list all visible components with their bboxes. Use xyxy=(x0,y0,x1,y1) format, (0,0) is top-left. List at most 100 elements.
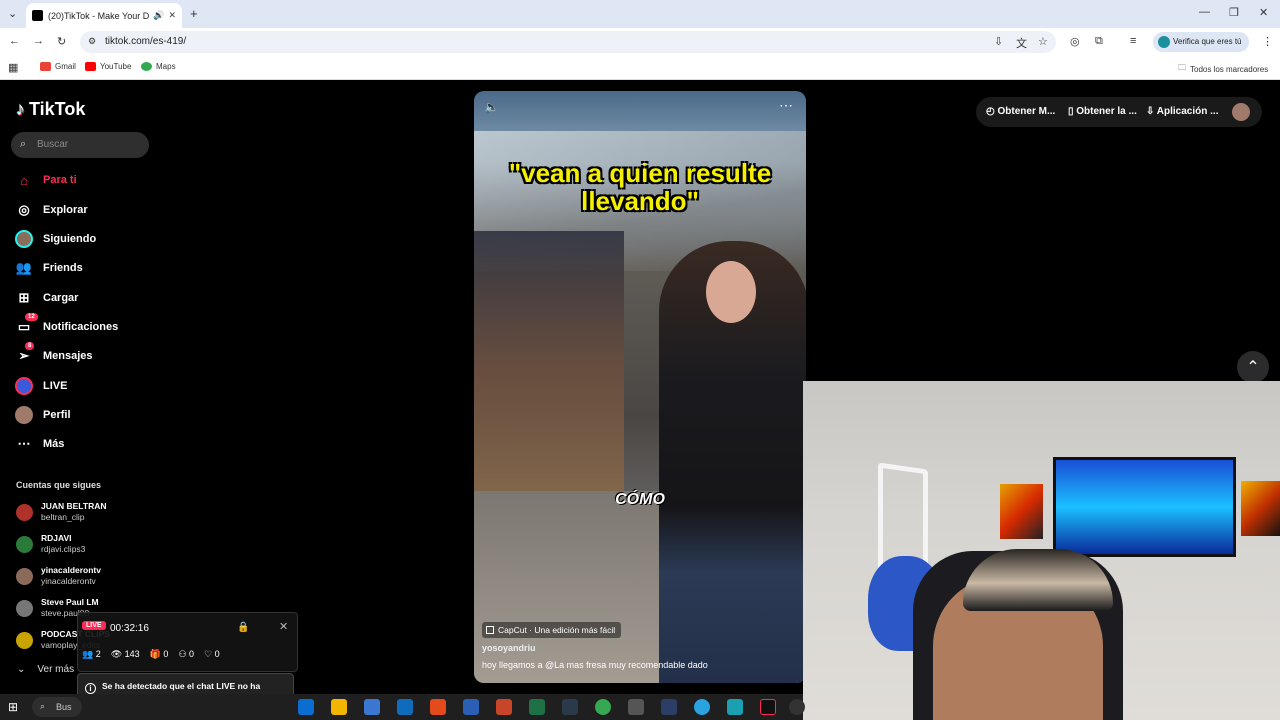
user-avatar[interactable] xyxy=(1232,103,1250,121)
nav-item-live[interactable]: LIVE xyxy=(15,376,67,396)
nav-item-para-ti[interactable]: ⌂ Para ti xyxy=(15,170,77,190)
webcam-scene-cap xyxy=(963,549,1113,611)
browser-tab[interactable]: (20)TikTok - Make Your Day 🔊 ✕ xyxy=(26,3,182,28)
account-name: RDJAVI xyxy=(41,533,72,543)
video-player[interactable]: "vean a quien resulte llevando" CÓMO 🔈 ⋯… xyxy=(474,91,806,683)
file-explorer-icon[interactable] xyxy=(331,699,347,715)
close-window-icon[interactable]: ✕ xyxy=(1259,6,1268,19)
chrome-icon[interactable] xyxy=(595,699,611,715)
reload-icon[interactable]: ↻ xyxy=(57,35,66,48)
globe-icon[interactable]: ◎ xyxy=(1070,35,1080,48)
stat-value: 143 xyxy=(124,649,140,659)
edge-icon[interactable] xyxy=(298,699,314,715)
close-icon[interactable]: ✕ xyxy=(279,620,288,633)
send-icon: ➢ 8 xyxy=(15,342,35,365)
url-input[interactable]: ⚙ tiktok.com/es-419/ ⇩ 文 ☆ xyxy=(80,31,1056,53)
outlook-icon[interactable] xyxy=(397,699,413,715)
nav-label: Mensajes xyxy=(43,350,93,362)
search-icon: ⌕ xyxy=(20,138,27,150)
nav-item-perfil[interactable]: Perfil xyxy=(15,405,71,425)
nav-item-notificaciones[interactable]: ▭ 12 Notificaciones xyxy=(15,313,119,337)
nav-label: LIVE xyxy=(43,380,68,392)
all-bookmarks-folder[interactable]: 🗀 Todos los marcadores xyxy=(1178,62,1268,76)
nav-item-explorar[interactable]: ◎ Explorar xyxy=(15,200,87,220)
brave-icon[interactable] xyxy=(430,699,446,715)
capcut-tag[interactable]: CapCut · Una edición más fácil xyxy=(482,622,622,638)
see-more-button[interactable]: ⌄ Ver más xyxy=(17,664,74,675)
likes-stat: ♡ 0 xyxy=(204,649,220,659)
get-coins-button[interactable]: ◴ Obtener M... xyxy=(986,106,1055,117)
bookmark-maps[interactable]: Maps xyxy=(141,62,176,71)
speaker-icon[interactable]: 🔊 xyxy=(153,10,164,21)
desktop-app-button[interactable]: ⇩ Aplicación ... xyxy=(1146,106,1218,117)
lock-icon[interactable]: 🔒 xyxy=(237,622,249,633)
nav-item-mas[interactable]: ⋯ Más xyxy=(15,434,65,454)
telegram-icon[interactable] xyxy=(694,699,710,715)
scroll-up-button[interactable]: ⌃ xyxy=(1237,351,1269,383)
nav-item-mensajes[interactable]: ➢ 8 Mensajes xyxy=(15,342,93,366)
translate-icon[interactable]: 文 xyxy=(1016,35,1027,51)
close-tab-icon[interactable]: ✕ xyxy=(168,10,176,21)
install-icon[interactable]: ⇩ xyxy=(994,35,1003,48)
tab-list-icon[interactable]: ⌄ xyxy=(8,7,17,20)
nav-item-siguiendo[interactable]: Siguiendo xyxy=(15,229,96,249)
store-icon[interactable] xyxy=(364,699,380,715)
video-scene-face xyxy=(706,261,756,323)
nav-label: Siguiendo xyxy=(43,233,97,245)
notification-badge: 12 xyxy=(25,313,38,321)
davinci-icon[interactable] xyxy=(661,699,677,715)
bookmark-gmail[interactable]: Gmail xyxy=(40,62,76,71)
app-icon[interactable] xyxy=(562,699,578,715)
webcam-scene-tv xyxy=(1053,457,1236,557)
taskbar-search[interactable]: ⌕ Bus xyxy=(32,697,82,717)
followed-account[interactable]: yinacalderontv yinacalderontv xyxy=(16,565,101,587)
video-more-icon[interactable]: ⋯ xyxy=(779,97,793,114)
verify-identity-button[interactable]: Verifica que eres tú xyxy=(1153,32,1249,52)
chevron-down-icon: ⌄ xyxy=(17,664,26,675)
nav-label: Notificaciones xyxy=(43,321,119,333)
apps-grid-icon[interactable]: ▦ xyxy=(8,61,18,74)
extensions-icon[interactable]: ⧉ xyxy=(1095,35,1103,48)
url-text: tiktok.com/es-419/ xyxy=(105,36,187,47)
obs-icon[interactable] xyxy=(789,699,805,715)
word-icon[interactable] xyxy=(463,699,479,715)
forward-icon[interactable]: → xyxy=(33,35,44,47)
stat-value: 0 xyxy=(163,649,169,659)
search-input[interactable]: ⌕ Buscar xyxy=(11,132,149,158)
gmail-icon xyxy=(40,62,51,71)
account-handle: beltran_clip xyxy=(41,512,85,522)
new-tab-icon[interactable]: + xyxy=(190,6,198,21)
browser-menu-icon[interactable]: ⋮ xyxy=(1262,35,1273,48)
upload-icon: ⊞ xyxy=(18,290,30,305)
video-username[interactable]: yosoyandriu xyxy=(482,643,536,653)
capcut-taskbar-icon[interactable] xyxy=(727,699,743,715)
restore-icon[interactable]: ❐ xyxy=(1229,6,1239,19)
tiktok-logo[interactable]: ♪ TikTok xyxy=(16,99,85,120)
live-stream-panel: LIVE 00:32:16 🔒 ✕ 👥 2 👁 143 🎁 0 ⚇ 0 ♡ 0 xyxy=(77,612,298,672)
back-icon[interactable]: ← xyxy=(9,35,20,47)
search-icon: ⌕ xyxy=(40,701,46,711)
tiktok-taskbar-icon[interactable] xyxy=(760,699,776,715)
bookmark-youtube[interactable]: YouTube xyxy=(85,62,131,71)
all-bookmarks-label: Todos los marcadores xyxy=(1190,64,1269,74)
excel-icon[interactable] xyxy=(529,699,545,715)
windows-start-icon[interactable]: ⊞ xyxy=(8,700,22,714)
followed-account[interactable]: RDJAVI rdjavi.clips3 xyxy=(16,533,85,555)
reading-list-icon[interactable]: ≡ xyxy=(1130,35,1136,47)
camera-icon[interactable] xyxy=(628,699,644,715)
live-badge: LIVE xyxy=(82,621,106,630)
live-stats: 👥 2 👁 143 🎁 0 ⚇ 0 ♡ 0 xyxy=(82,649,220,660)
friends-icon: 👥 xyxy=(15,260,33,275)
get-app-button[interactable]: ▯ Obtener la ... xyxy=(1068,106,1137,117)
nav-item-cargar[interactable]: ⊞ Cargar xyxy=(15,288,79,308)
followed-account[interactable]: JUAN BELTRAN beltran_clip xyxy=(16,501,106,523)
volume-icon[interactable]: 🔈 xyxy=(484,100,499,114)
account-avatar xyxy=(16,503,33,521)
powerpoint-icon[interactable] xyxy=(496,699,512,715)
more-icon: ⋯ xyxy=(17,436,31,451)
minimize-icon[interactable]: — xyxy=(1199,6,1210,18)
bookmark-star-icon[interactable]: ☆ xyxy=(1038,35,1048,48)
site-info-icon[interactable]: ⚙ xyxy=(88,36,96,47)
nav-item-friends[interactable]: 👥 Friends xyxy=(15,258,83,278)
top-actions-bar: ◴ Obtener M... ▯ Obtener la ... ⇩ Aplica… xyxy=(976,97,1262,127)
